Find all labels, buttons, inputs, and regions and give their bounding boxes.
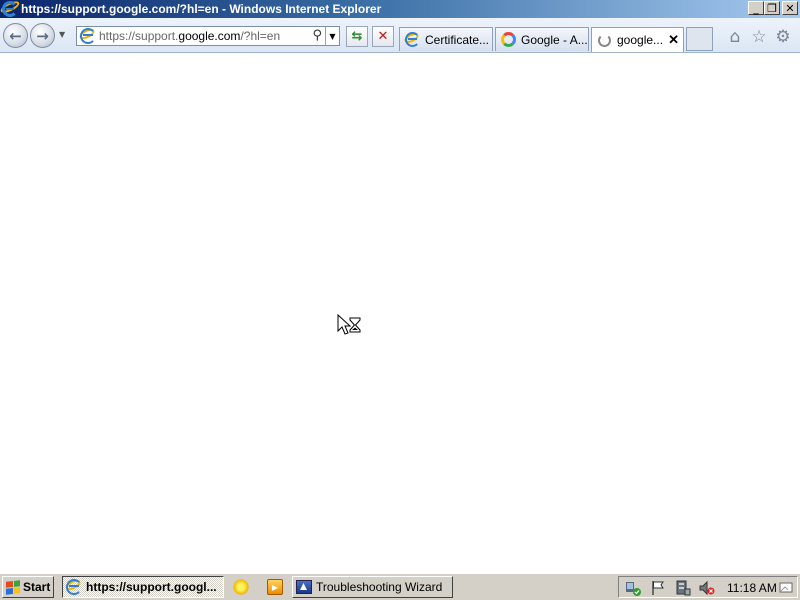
sun-icon[interactable] [233, 579, 249, 595]
network-icon[interactable] [625, 580, 641, 596]
back-arrow-icon: ← [9, 26, 22, 45]
search-icon[interactable]: ⚲ [312, 28, 322, 43]
window-controls: _ ❐ ✕ [748, 1, 798, 15]
address-bar[interactable]: https://support.google.com/?hl=en ⚲ ▼ [76, 26, 340, 46]
page-content-area[interactable] [0, 54, 800, 572]
refresh-icon: ⇆ [351, 29, 363, 44]
start-button[interactable]: Start [2, 576, 54, 598]
tab-certificate[interactable]: Certificate... [399, 27, 493, 51]
tab-label: Certificate... [425, 32, 490, 47]
tab-close-button[interactable]: ✕ [668, 32, 679, 48]
computer-icon[interactable] [675, 580, 691, 596]
taskbar-item-label: Troubleshooting Wizard [316, 580, 443, 594]
title-bar: https://support.google.com/?hl=en - Wind… [0, 0, 800, 18]
media-player-icon[interactable]: ▶ [267, 579, 283, 595]
wizard-icon [296, 580, 312, 594]
windows-flag-icon [6, 579, 20, 595]
browser-toolbar: ← → ▼ https://support.google.com/?hl=en … [0, 18, 800, 53]
browser-window: https://support.google.com/?hl=en - Wind… [0, 0, 800, 600]
close-button[interactable]: ✕ [782, 1, 798, 15]
show-desktop-icon[interactable] [778, 580, 794, 596]
taskbar: Start https://support.googl... ▶ Trouble… [0, 572, 800, 600]
stop-button[interactable]: ✕ [372, 26, 394, 47]
minimize-button[interactable]: _ [748, 1, 764, 15]
refresh-button[interactable]: ⇆ [346, 26, 368, 47]
maximize-button[interactable]: ❐ [764, 1, 780, 15]
system-clock[interactable]: 11:18 AM [727, 581, 777, 595]
tools-gear-icon[interactable]: ⚙ [773, 27, 793, 47]
tab-label: Google - A... [521, 32, 588, 47]
favorites-star-icon[interactable]: ☆ [749, 27, 769, 47]
forward-arrow-icon: → [36, 26, 49, 45]
start-label: Start [23, 580, 51, 594]
taskbar-item-troubleshooting-wizard[interactable]: Troubleshooting Wizard [292, 576, 453, 598]
address-url[interactable]: https://support.google.com/?hl=en [99, 29, 280, 43]
recent-pages-dropdown[interactable]: ▼ [59, 30, 65, 39]
tab-google-support-active[interactable]: google... ✕ [591, 27, 684, 52]
action-center-flag-icon[interactable] [650, 580, 666, 596]
tab-label: google... [617, 33, 664, 47]
stop-icon: ✕ [377, 29, 389, 44]
taskbar-item-internet-explorer[interactable]: https://support.googl... [62, 576, 224, 598]
loading-spinner-icon [597, 33, 612, 48]
ie-page-icon [403, 31, 420, 47]
tab-google[interactable]: Google - A... [495, 27, 589, 51]
volume-muted-icon[interactable] [699, 580, 715, 596]
back-button[interactable]: ← [3, 23, 28, 48]
address-dropdown-button[interactable]: ▼ [325, 27, 339, 45]
home-icon[interactable]: ⌂ [725, 27, 745, 47]
taskbar-item-label: https://support.googl... [86, 580, 217, 594]
window-title: https://support.google.com/?hl=en - Wind… [21, 2, 382, 16]
ie-logo-icon [0, 0, 21, 17]
busy-cursor-icon [337, 314, 361, 335]
system-tray: 11:18 AM [618, 576, 798, 598]
google-g-icon [501, 32, 516, 47]
ie-logo-icon [64, 577, 82, 595]
new-tab-button[interactable] [686, 27, 713, 51]
ie-page-icon [78, 26, 96, 44]
forward-button[interactable]: → [30, 23, 55, 48]
